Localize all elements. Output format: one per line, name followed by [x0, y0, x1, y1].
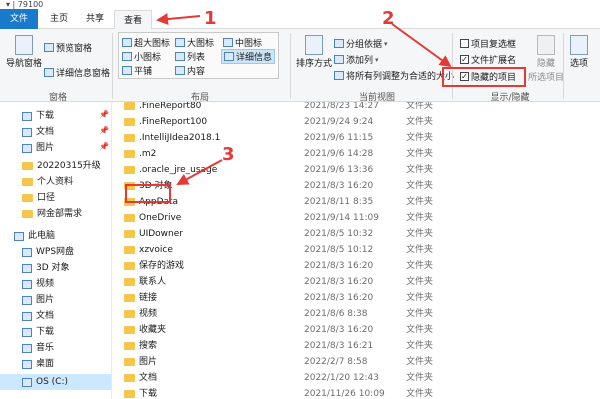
arrow-to-hidden-items: [391, 23, 452, 68]
arrow-to-view-tab: [156, 13, 201, 26]
arrow-to-appdata: [176, 159, 223, 185]
annotation-arrows: [156, 13, 452, 185]
